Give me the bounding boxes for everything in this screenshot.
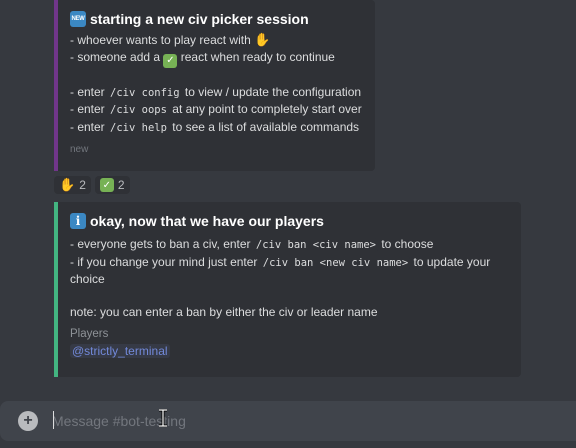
reaction-raised-hand[interactable]: ✋ 2 bbox=[54, 176, 91, 194]
instruction-text: - enter bbox=[70, 84, 105, 99]
instruction-text: at any point to completely start over bbox=[172, 102, 362, 117]
command-code: /civ ban <new civ name> bbox=[260, 255, 411, 270]
instruction-text: to choose bbox=[381, 237, 434, 251]
command-code: /civ config bbox=[108, 85, 182, 100]
embed-new-session: NEW starting a new civ picker session - … bbox=[54, 0, 375, 171]
instruction-line: - everyone gets to ban a civ, enter /civ… bbox=[70, 236, 509, 254]
raised-hand-icon: ✋ bbox=[254, 32, 271, 47]
reactions-bar: ✋ 2 ✓ 2 bbox=[54, 176, 130, 194]
embed-title: i okay, now that we have our players bbox=[70, 212, 509, 230]
instruction-text: - enter bbox=[70, 119, 105, 134]
embed-title: NEW starting a new civ picker session bbox=[70, 10, 363, 28]
plus-icon: + bbox=[23, 412, 33, 429]
instruction-line: - enter /civ config to view / update the… bbox=[70, 84, 363, 102]
command-code: /civ oops bbox=[108, 103, 169, 118]
command-code: /civ ban <civ name> bbox=[253, 238, 378, 252]
instruction-text: - enter bbox=[70, 102, 105, 117]
new-badge-icon: NEW bbox=[70, 11, 86, 27]
message-composer: + bbox=[0, 401, 576, 441]
embed-title-text: starting a new civ picker session bbox=[90, 11, 309, 27]
raised-hand-icon: ✋ bbox=[59, 177, 76, 192]
instruction-text: - someone add a bbox=[70, 49, 161, 64]
instruction-text: - whoever wants to play react with bbox=[70, 33, 251, 47]
instruction-text: - if you change your mind just enter bbox=[70, 254, 258, 269]
note-text: note: you can enter a ban by either the … bbox=[70, 304, 378, 319]
command-code: /civ help bbox=[108, 120, 169, 135]
embed-players: i okay, now that we have our players - e… bbox=[54, 202, 521, 377]
embed-title-text: okay, now that we have our players bbox=[90, 213, 324, 229]
instruction-text: react when ready to continue bbox=[180, 49, 335, 64]
user-mention[interactable]: @strictly_terminal bbox=[70, 344, 170, 358]
instruction-line: - enter /civ help to see a list of avail… bbox=[70, 119, 363, 137]
text-caret bbox=[53, 411, 54, 429]
reaction-count: 2 bbox=[79, 178, 86, 192]
message-input[interactable] bbox=[52, 410, 542, 432]
reaction-count: 2 bbox=[117, 178, 125, 192]
reaction-check-mark[interactable]: ✓ 2 bbox=[94, 176, 130, 194]
instruction-line: - enter /civ oops at any point to comple… bbox=[70, 101, 363, 119]
instruction-line: - if you change your mind just enter /ci… bbox=[70, 254, 510, 288]
instruction-line: - whoever wants to play react with ✋ bbox=[70, 32, 363, 49]
ibeam-cursor-icon bbox=[159, 409, 167, 427]
field-name: Players bbox=[70, 328, 109, 340]
instruction-text: to view / update the configuration bbox=[184, 84, 362, 99]
info-icon: i bbox=[70, 213, 86, 229]
check-mark-icon: ✓ bbox=[163, 53, 178, 68]
instruction-text: to see a list of available commands bbox=[172, 119, 360, 134]
add-attachment-button[interactable]: + bbox=[18, 411, 38, 431]
embed-footer: new bbox=[70, 144, 89, 156]
instruction-text: - everyone gets to ban a civ, enter bbox=[70, 237, 251, 251]
check-mark-icon: ✓ bbox=[99, 178, 114, 192]
instruction-line: - someone add a ✓ react when ready to co… bbox=[70, 49, 363, 68]
